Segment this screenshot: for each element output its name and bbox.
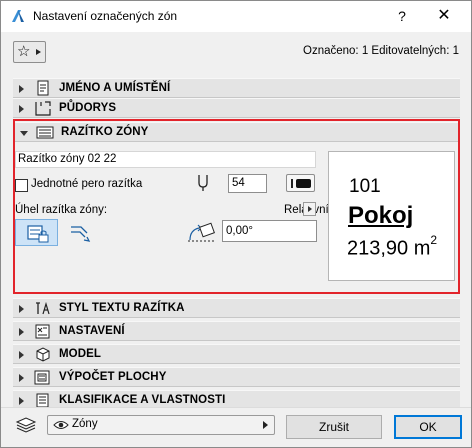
chevron-right-icon	[36, 49, 41, 55]
panel-floor-plan[interactable]: PŮDORYS	[13, 98, 460, 118]
chevron-right-icon	[308, 206, 312, 212]
name-location-icon	[37, 80, 49, 96]
settings-dialog: Nastavení označených zón ? ✕ ☆ Označeno:…	[0, 0, 472, 448]
model-cube-icon	[36, 347, 50, 362]
area-calculation-icon	[34, 370, 50, 385]
zone-stamp-icon	[36, 126, 54, 139]
layer-value: Zóny	[72, 418, 98, 430]
title-bar: Nastavení označených zón ? ✕	[1, 1, 471, 32]
floor-plan-icon	[35, 101, 51, 116]
panel-name-location[interactable]: JMÉNO A UMÍSTĚNÍ	[13, 78, 460, 98]
stamp-angle-label: Úhel razítka zóny:	[15, 204, 108, 216]
preview-zone-area: 213,90 m2	[347, 233, 438, 261]
panel-label: JMÉNO A UMÍSTĚNÍ	[59, 82, 171, 94]
panel-stamp-text-style[interactable]: STYL TEXTU RAZÍTKA	[13, 298, 460, 318]
settings-icon	[35, 324, 50, 339]
expand-arrow-icon	[19, 305, 24, 313]
pen-bar	[291, 179, 293, 188]
rotate-icon	[71, 226, 91, 242]
pen-color-button[interactable]	[286, 174, 315, 192]
window-title: Nastavení označených zón	[33, 9, 178, 23]
cancel-button[interactable]: Zrušit	[286, 415, 382, 439]
panel-label: VÝPOČET PLOCHY	[59, 371, 167, 383]
rotate-with-view-button[interactable]	[65, 219, 95, 246]
expand-arrow-icon	[19, 85, 24, 93]
archicad-app-icon	[12, 10, 24, 22]
expand-arrow-icon	[19, 397, 24, 405]
panel-label: MODEL	[59, 348, 102, 360]
fixed-angle-button[interactable]	[15, 219, 58, 246]
star-icon: ☆	[17, 43, 31, 60]
fixed-angle-icon	[27, 225, 49, 243]
stamp-name-display[interactable]: Razítko zóny 02 22	[15, 151, 316, 168]
layer-select[interactable]: Zóny	[47, 415, 275, 435]
text-style-icon	[36, 301, 50, 315]
expand-arrow-icon	[19, 351, 24, 359]
pen-color-swatch	[296, 179, 311, 188]
chevron-right-icon	[263, 421, 268, 429]
expand-arrow-icon	[19, 328, 24, 336]
panel-label: RAZÍTKO ZÓNY	[61, 126, 149, 138]
relative-popup-button[interactable]	[303, 202, 316, 216]
pen-icon	[198, 175, 208, 191]
preview-zone-number: 101	[349, 176, 381, 197]
panel-label: NASTAVENÍ	[59, 325, 125, 337]
panel-zone-stamp[interactable]: RAZÍTKO ZÓNY	[15, 122, 458, 142]
preview-area-unit-sup: 2	[430, 233, 438, 247]
stamp-angle-input[interactable]: 0,00°	[222, 220, 317, 242]
eye-icon	[53, 421, 69, 429]
panel-settings[interactable]: NASTAVENÍ	[13, 321, 460, 341]
layers-icon	[15, 417, 37, 433]
ok-button[interactable]: OK	[394, 415, 462, 439]
favorites-button[interactable]: ☆	[13, 41, 46, 63]
close-button[interactable]: ✕	[433, 5, 455, 27]
collapse-arrow-icon	[20, 131, 28, 136]
panel-label: STYL TEXTU RAZÍTKA	[59, 302, 185, 314]
uniform-pen-checkbox[interactable]	[15, 179, 28, 192]
panel-label: KLASIFIKACE A VLASTNOSTI	[59, 394, 226, 406]
pen-number-input[interactable]: 54	[228, 174, 267, 193]
expand-arrow-icon	[19, 105, 24, 113]
angle-icon	[188, 222, 216, 242]
panel-area-calculation[interactable]: VÝPOČET PLOCHY	[13, 367, 460, 387]
preview-zone-name: Pokoj	[348, 202, 414, 229]
stamp-preview: 101 Pokoj 213,90 m2	[328, 151, 455, 281]
expand-arrow-icon	[19, 374, 24, 382]
panel-label: PŮDORYS	[59, 102, 117, 114]
panel-model[interactable]: MODEL	[13, 344, 460, 364]
preview-area-value: 213,90 m	[347, 237, 431, 260]
help-button[interactable]: ?	[391, 5, 413, 27]
selection-status: Označeno: 1 Editovatelných: 1	[303, 45, 459, 57]
uniform-pen-label: Jednotné pero razítka	[31, 178, 143, 190]
